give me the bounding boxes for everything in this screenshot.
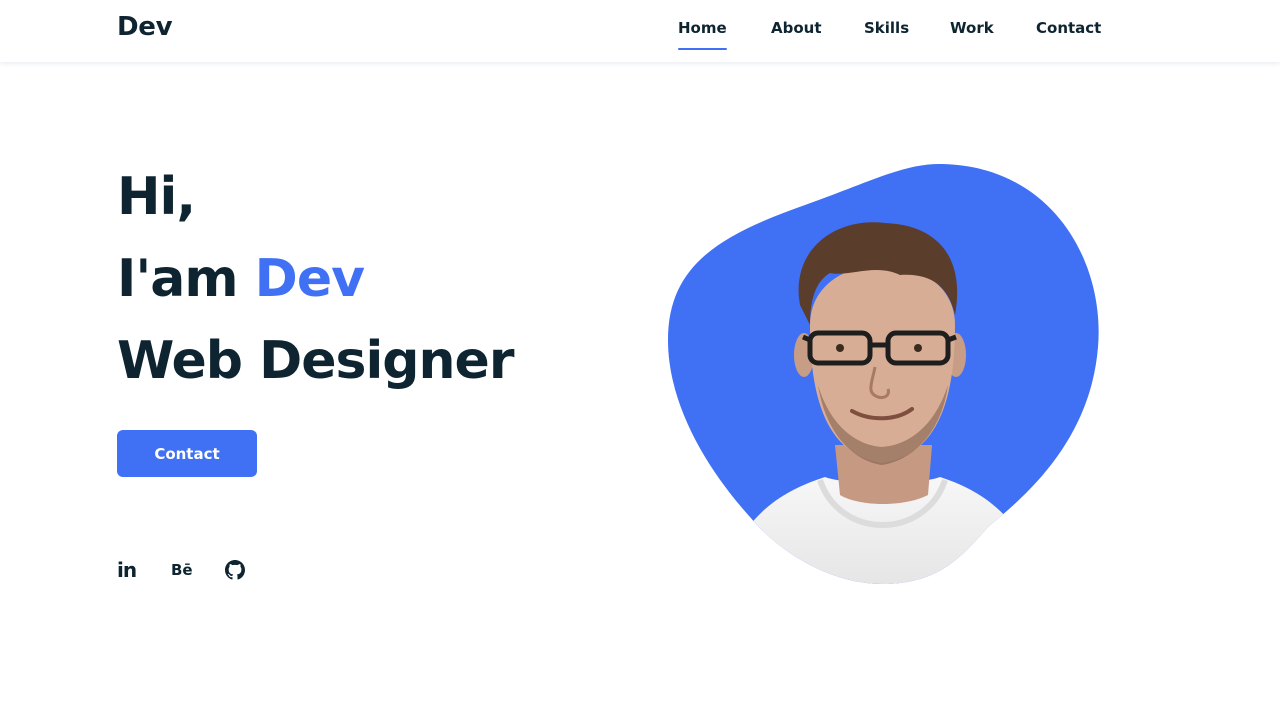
hero-title: Hi, I'am Dev Web Designer: [117, 156, 514, 402]
nav-link-skills[interactable]: Skills: [864, 19, 909, 50]
nav-link-work[interactable]: Work: [950, 19, 994, 50]
behance-icon[interactable]: Bē: [171, 557, 193, 583]
hero-intro-prefix: I'am: [117, 249, 239, 309]
contact-button[interactable]: Contact: [117, 430, 257, 477]
hero-role: Web Designer: [117, 331, 514, 391]
linkedin-icon[interactable]: in: [117, 557, 137, 583]
portrait-illustration: [668, 163, 1099, 585]
hero-name: Dev: [254, 249, 365, 309]
main-nav: Home About Skills Work Contact: [0, 19, 1280, 51]
nav-link-home[interactable]: Home: [678, 19, 727, 50]
github-icon[interactable]: [225, 557, 245, 583]
profile-portrait: [660, 155, 1110, 595]
hero-intro: I'am Dev: [117, 238, 513, 320]
hero-greeting: Hi,: [117, 167, 196, 227]
nav-link-about[interactable]: About: [771, 19, 822, 50]
site-header: Dev Home About Skills Work Contact: [0, 0, 1280, 63]
nav-link-contact[interactable]: Contact: [1036, 19, 1101, 50]
